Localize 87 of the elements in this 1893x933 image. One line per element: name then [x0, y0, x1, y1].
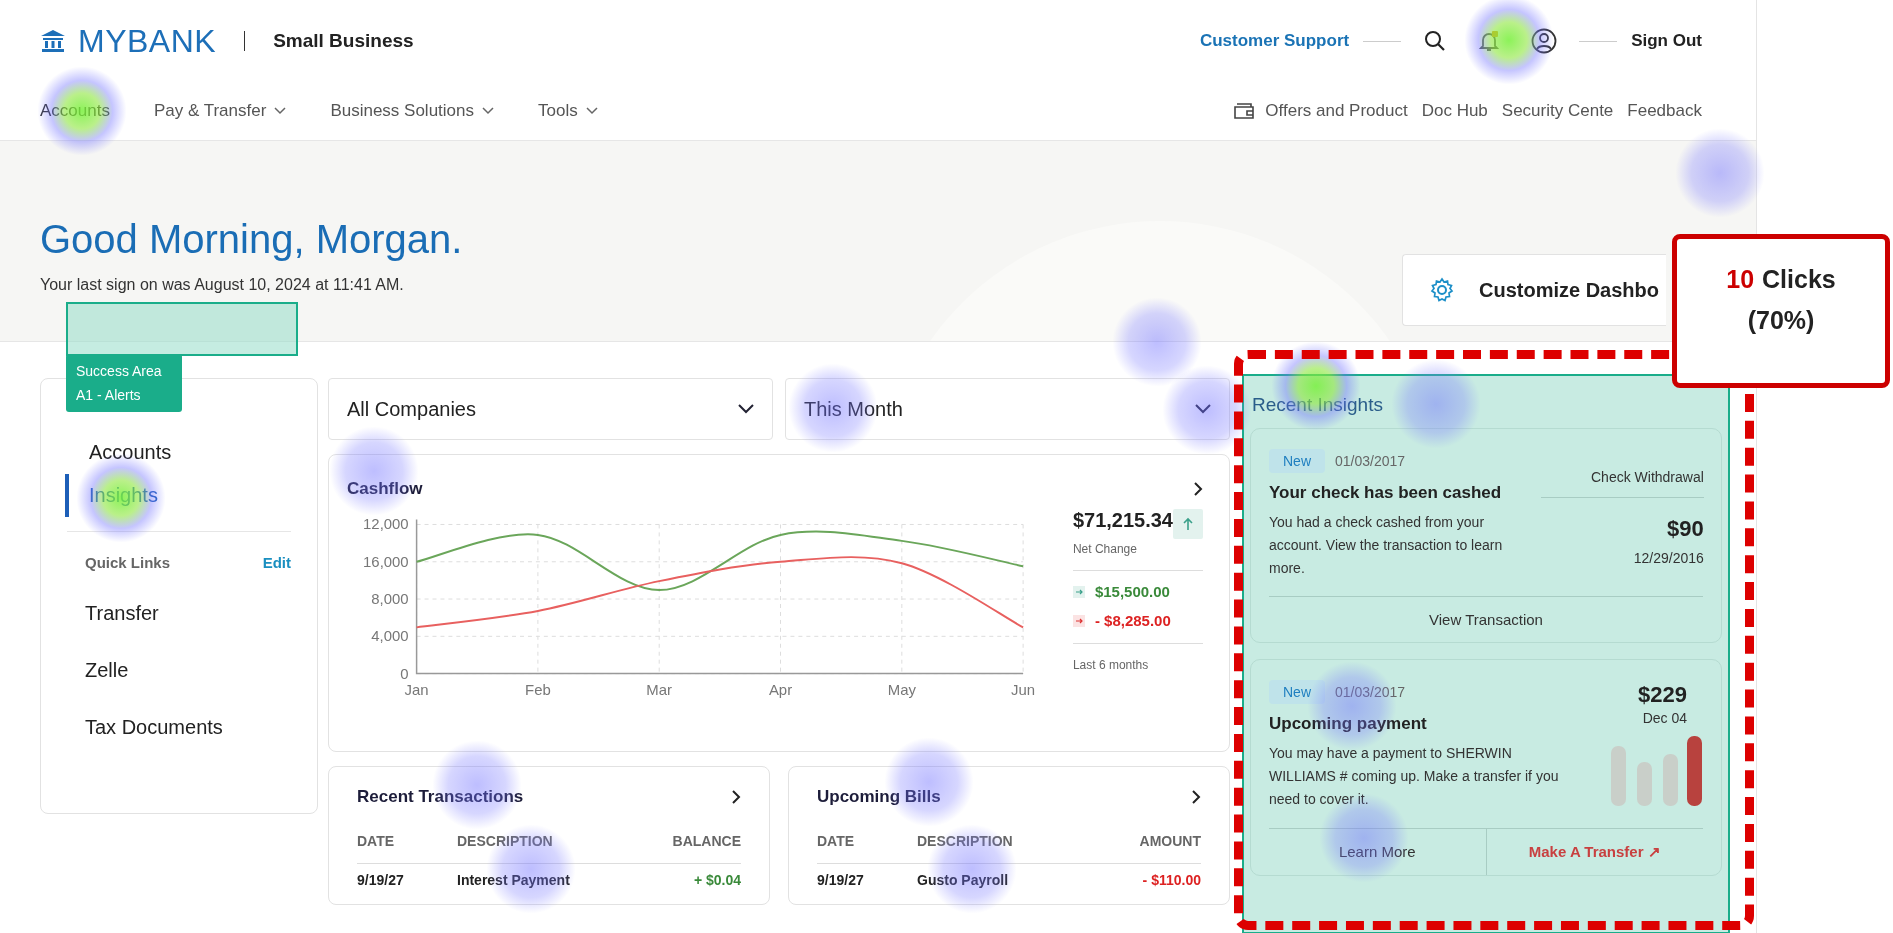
quick-link[interactable]: Tax Documents — [67, 699, 291, 756]
insight-text: You may have a payment to SHERWIN WILLIAMS # coming up. Make a transfer if you need to cover it. — [1269, 744, 1559, 810]
insight-text: You had a check cashed from your account. View the transaction to learn more. — [1269, 513, 1504, 579]
expense-amount: - $8,285.00 — [1094, 612, 1171, 629]
notification-bell-icon[interactable] — [1477, 29, 1502, 53]
column-header: AMOUNT — [1139, 833, 1201, 849]
dropdown-select[interactable]: All Companies — [328, 378, 773, 440]
card-title: Upcoming Bills — [817, 787, 941, 807]
sidebar-item[interactable]: Accounts — [65, 431, 291, 474]
column-header: DATE — [357, 833, 396, 849]
arrow-right-icon — [1072, 614, 1085, 627]
click-percent: (70%) — [1747, 306, 1815, 335]
quick-link[interactable]: Zelle — [67, 642, 291, 699]
x-axis-label: Jun — [1011, 682, 1036, 699]
x-axis-label: Mar — [646, 682, 673, 699]
card-title: Cashflow — [347, 479, 423, 499]
quick-link[interactable]: Transfer — [67, 585, 291, 642]
customize-dashboard-button[interactable]: Customize Dashbo — [1402, 254, 1666, 326]
column-header: DATE — [817, 833, 856, 849]
x-axis-label: May — [887, 682, 916, 699]
insight-amount: $229 — [1638, 682, 1687, 709]
settings-icon — [1429, 277, 1455, 303]
insight-amount-date: Dec 04 — [1642, 710, 1687, 727]
insight-title: Upcoming payment — [1269, 714, 1428, 735]
insight-action-link[interactable]: View Transaction — [1269, 597, 1703, 643]
nav-link[interactable]: Offers and Product — [1265, 101, 1408, 121]
table-cell-text: Gusto Payroll — [917, 872, 1010, 888]
insight-date: 01/03/2017 — [1335, 453, 1406, 469]
arrow-right-icon — [1072, 585, 1085, 598]
chevron-right-icon[interactable] — [1193, 482, 1203, 496]
insight-category: Check Withdrawal — [1541, 449, 1704, 498]
net-change-amount: $71,215.34 — [1072, 509, 1173, 532]
table-cell: - $110.00 — [1142, 872, 1201, 888]
tag-label: A1 - Alerts — [76, 387, 142, 403]
nav-menu-item[interactable]: Tools — [538, 101, 598, 121]
nav-link[interactable]: Feedback — [1627, 101, 1702, 121]
new-badge: New — [1269, 680, 1325, 705]
insight-title: Your check has been cashed — [1269, 483, 1503, 503]
table-cell: + $0.04 — [693, 872, 741, 888]
table-cell-text: 9/19/27 — [817, 872, 865, 888]
net-change-label: Net Change — [1072, 542, 1138, 556]
customer-support-link[interactable]: Customer Support — [1199, 31, 1350, 51]
column-header: DESCRIPTION — [917, 833, 1014, 849]
column-header: DESCRIPTION — [457, 833, 554, 849]
nav-menu-item[interactable]: Business Solutions — [330, 101, 494, 121]
insight-amount-date: 12/29/2016 — [1633, 550, 1704, 566]
nav-menu-item[interactable]: Pay & Transfer — [153, 101, 287, 121]
edit-link[interactable]: Edit — [262, 554, 291, 571]
insight-amount: $90 — [1667, 516, 1704, 542]
y-axis-label: 0 — [400, 665, 409, 682]
y-axis-label: 4,000 — [371, 628, 409, 645]
x-axis-label: Feb — [525, 682, 551, 699]
card-title: Recent Transactions — [357, 787, 524, 807]
chevron-right-icon[interactable] — [731, 790, 741, 804]
y-axis-label: 16,000 — [363, 553, 409, 570]
column-header: BALANCE — [672, 833, 741, 849]
y-axis-label: 12,000 — [363, 516, 409, 533]
insight-action-link[interactable]: Make A Transfer ↗ — [1485, 828, 1703, 875]
x-axis-label: Jan — [404, 682, 429, 699]
dropdown-select[interactable]: This Month — [785, 378, 1230, 440]
chevron-down-icon — [738, 404, 754, 414]
chevron-down-icon — [1195, 404, 1211, 414]
new-badge: New — [1269, 449, 1325, 473]
y-axis-label: 8,000 — [371, 591, 409, 607]
sign-out-link[interactable]: Sign Out — [1631, 31, 1702, 51]
user-profile-icon[interactable] — [1531, 28, 1558, 54]
insights-heading: Recent Insights — [1251, 393, 1384, 417]
arrow-up-icon — [1173, 509, 1203, 539]
x-axis-label: Apr — [768, 682, 793, 699]
tag-label: Success Area — [76, 363, 163, 379]
bank-icon — [40, 29, 66, 53]
period-label: Last 6 months — [1072, 643, 1203, 672]
insight-action-link[interactable]: Learn More — [1269, 828, 1486, 875]
income-amount: $15,500.00 — [1094, 583, 1170, 600]
chevron-right-icon[interactable] — [1191, 790, 1201, 804]
last-sign-on-text: Your last sign on was August 10, 2024 at 11:41 AM. — [40, 276, 405, 294]
click-count: 10 — [1726, 265, 1755, 294]
table-cell-text: Interest Payment — [457, 872, 571, 888]
insight-date: 01/03/2017 — [1335, 684, 1406, 701]
quick-links-heading: Quick Links — [85, 554, 171, 571]
table-cell-text: 9/19/27 — [357, 872, 405, 888]
nav-link[interactable]: Security Cente — [1501, 101, 1614, 121]
segment-title: Small Business — [273, 30, 414, 52]
nav-link[interactable]: Doc Hub — [1421, 101, 1488, 121]
clicks-label: Clicks — [1762, 265, 1836, 294]
bank-logo[interactable]: MYBANK — [78, 22, 217, 60]
greeting-heading: Good Morning, Morgan. — [40, 217, 463, 262]
